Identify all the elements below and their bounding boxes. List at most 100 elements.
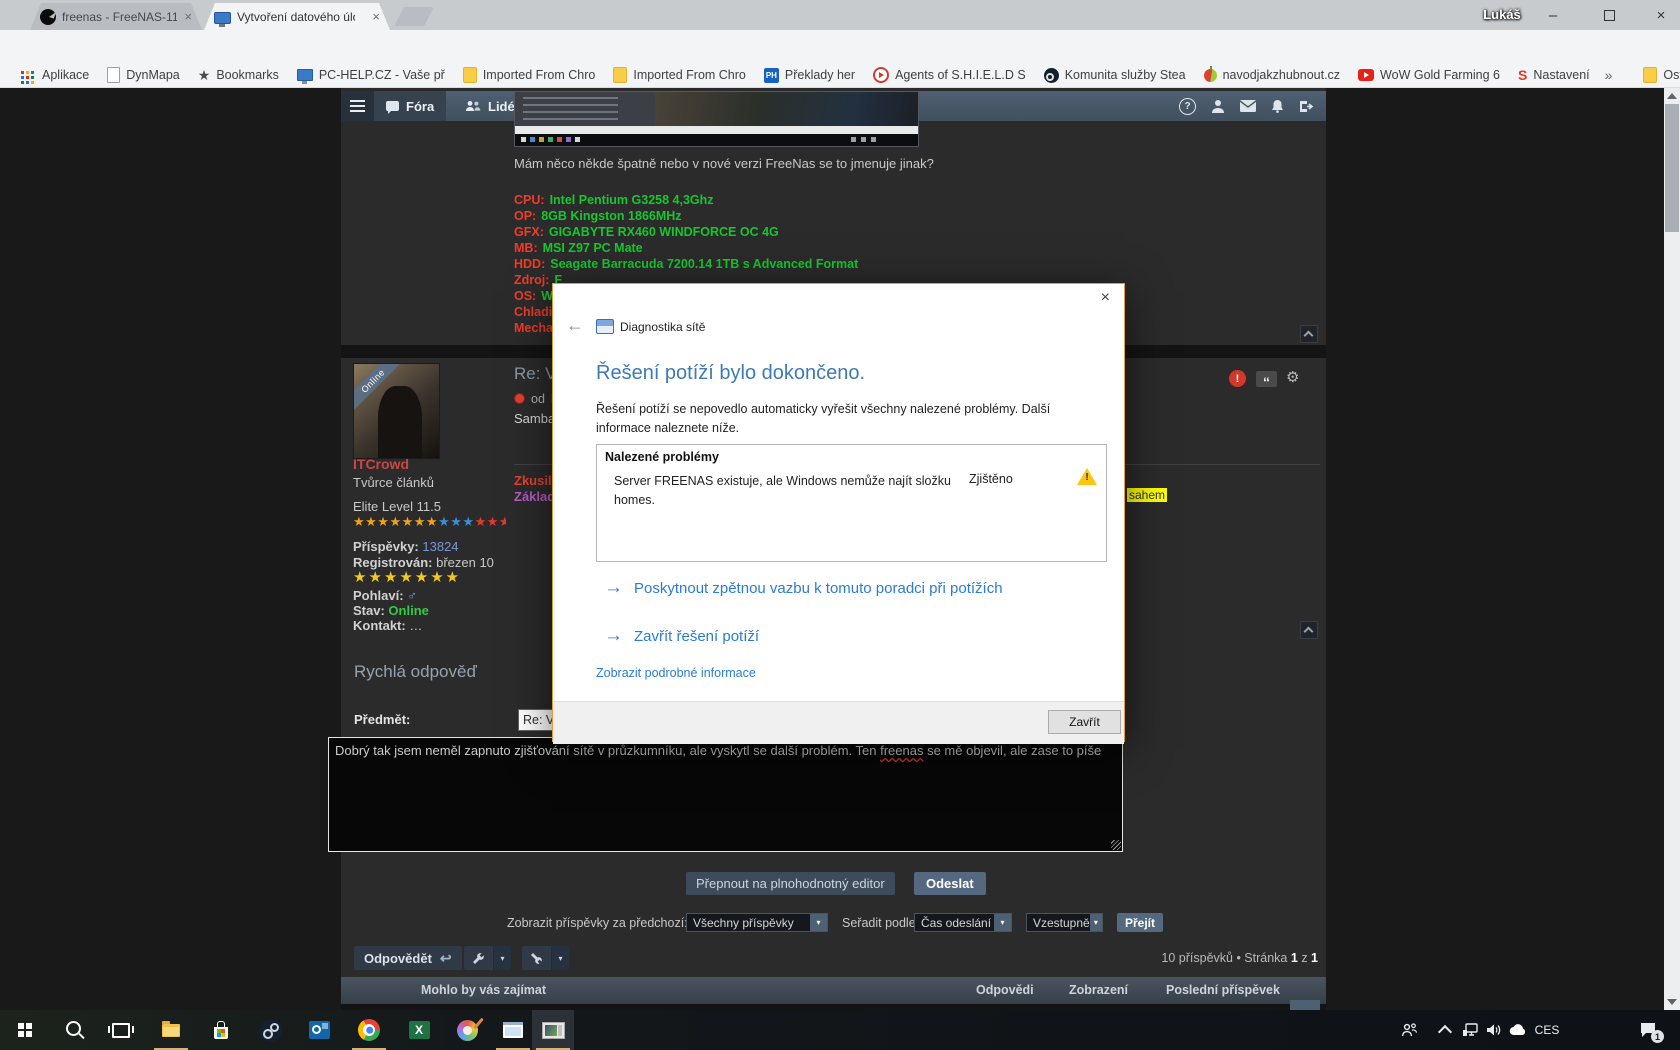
message-textarea[interactable]: Dobrý tak jsem neměl zapnuto zjišťování … [328,737,1123,852]
hamburger-menu-icon[interactable] [341,91,374,121]
user-icon[interactable] [1211,99,1225,113]
browser-scrollbar[interactable] [1664,88,1680,1010]
bookmark-wow[interactable]: WoW Gold Farming 6 [1349,68,1509,82]
microsoft-store-button[interactable] [200,1010,242,1050]
bookmark-pchelp[interactable]: PC-HELP.CZ - Vaše př [288,68,454,84]
minimize-button[interactable]: – [1532,0,1574,30]
column-views[interactable]: Zobrazení [1069,977,1128,1004]
post-attachment-image[interactable] [514,91,919,147]
tab-topic[interactable]: Vytvoření datového úlož × [204,3,390,30]
bookmark-preklady[interactable]: PH Překlady her [755,67,864,83]
chrome-button[interactable] [348,1010,390,1050]
taskbar-search-button[interactable] [54,1010,96,1050]
posts-count-link[interactable]: 13824 [422,539,458,554]
bookmark-label: DynMapa [126,68,180,82]
dialog-close-icon[interactable]: × [1101,289,1110,307]
avatar[interactable]: Online [353,363,440,459]
outlook-button[interactable] [298,1010,340,1050]
network-diagnostics-dialog: × ← Diagnostika sítě Řešení potíží bylo … [552,283,1125,744]
tab-close-icon[interactable]: × [365,9,380,24]
bell-icon[interactable] [1271,99,1284,113]
bookmark-dynmapa[interactable]: DynMapa [98,67,189,83]
username-link[interactable]: ITCrowd [353,456,409,472]
posts-filter-select[interactable]: Všechny příspěvky ▾ [686,913,828,932]
page-current: 1 [1290,951,1298,965]
tab-close-icon[interactable]: × [177,9,192,24]
bookmark-bookmarks[interactable]: ★ Bookmarks [189,68,288,82]
reply-arrow-icon: ↩ [439,949,452,966]
sort-select[interactable]: Čas odeslání ▾ [914,913,1012,932]
paint-button[interactable] [446,1010,488,1050]
column-replies[interactable]: Odpovědi [976,977,1034,1004]
bookmark-steam[interactable]: Komunita služby Stea [1035,67,1195,83]
chevron-down-icon: ▾ [1089,914,1102,931]
arrow-right-icon: → [604,625,623,646]
scroll-top-button[interactable] [1300,325,1318,343]
spanner-icon [522,946,551,970]
full-editor-button[interactable]: Přepnout na plnohodnotný editor [686,872,895,895]
problem-text: Server FREENAS existuje, ale Windows nem… [614,474,951,508]
close-troubleshooter-link[interactable]: → Zavřít řešení potíží [604,625,759,647]
chevron-down-icon: ▾ [994,914,1011,931]
screen: freenas - FreeNAS-11.1-U × Vytvoření dat… [0,0,1680,1050]
chevron-down-icon[interactable]: ▾ [494,946,511,970]
excel-button[interactable]: X [398,1010,440,1050]
topic-tools-button[interactable]: ▾ [464,946,511,970]
image-viewer-button[interactable] [532,1010,574,1050]
scrollbar-down-arrow[interactable] [1667,999,1677,1005]
steam-button[interactable] [249,1010,291,1050]
tab-freenas[interactable]: freenas - FreeNAS-11.1-U × [30,3,202,30]
steam-icon [258,1018,282,1042]
network-tray-icon[interactable] [1458,1010,1482,1050]
task-view-button[interactable] [100,1010,142,1050]
order-select[interactable]: Vzestupně ▾ [1026,913,1103,932]
go-button[interactable]: Přejít [1117,913,1164,932]
submit-button[interactable]: Odeslat [914,872,986,895]
people-tray-button[interactable] [1396,1010,1422,1050]
tray-expand-button[interactable] [1434,1010,1456,1050]
bookmark-nastaveni[interactable]: S Nastavení [1509,67,1599,83]
window-app-button[interactable] [492,1010,534,1050]
nav-item-forums[interactable]: Fóra [374,91,447,121]
link-text: Poskytnout zpětnou vazbu k tomuto poradc… [634,579,1003,597]
quote-post-button[interactable]: “ [1256,371,1277,389]
contact-icons[interactable]: … [409,618,422,633]
dialog-close-button[interactable]: Zavřít [1048,710,1121,734]
maximize-button[interactable] [1588,0,1630,30]
post-gear-icon[interactable]: ⚙ [1286,368,1299,386]
bookmark-imported-2[interactable]: Imported From Chro [604,67,755,83]
bookmarks-overflow-icon[interactable]: » [1599,67,1619,83]
bookmark-other[interactable]: Ostatní záložky [1634,67,1680,83]
feedback-link[interactable]: → Poskytnout zpětnou vazbu k tomuto pora… [604,577,1003,599]
moderator-tools-button[interactable]: ▾ [522,946,569,970]
bookmark-apps[interactable]: Aplikace [10,68,98,82]
bookmark-navod[interactable]: navodjakzhubnout.cz [1195,65,1349,82]
sort-label: Seřadit podle [842,916,916,930]
file-explorer-button[interactable] [150,1010,192,1050]
start-button[interactable] [4,1010,46,1050]
link-text: Zavřít řešení potíží [634,627,760,645]
reply-button[interactable]: Odpovědět ↩ [354,946,462,970]
nav-label: Lidé [488,98,515,114]
details-link[interactable]: Zobrazit podrobné informace [596,666,756,680]
column-last-post[interactable]: Poslední příspěvek [1166,977,1280,1004]
logout-icon[interactable] [1299,100,1314,113]
bookmark-agents[interactable]: Agents of S.H.I.E.L.D S [864,67,1035,83]
profile-button[interactable]: Lukáš [1462,7,1542,22]
scrollbar-thumb[interactable] [1665,104,1679,232]
close-window-button[interactable]: × [1640,0,1680,30]
mail-icon[interactable] [1240,100,1256,112]
unread-post-icon[interactable] [514,393,525,404]
chevron-down-icon[interactable]: ▾ [552,946,569,970]
help-icon[interactable]: ? [1179,97,1196,115]
onedrive-tray-icon[interactable] [1506,1010,1530,1050]
nav-label: Fóra [406,98,435,114]
dialog-back-icon[interactable]: ← [566,315,584,336]
report-post-button[interactable]: ! [1229,370,1246,387]
volume-tray-icon[interactable] [1482,1010,1506,1050]
scrollbar-up-arrow[interactable] [1667,93,1677,99]
scroll-top-button[interactable] [1300,621,1318,639]
new-tab-button[interactable] [394,7,434,26]
bookmark-imported-1[interactable]: Imported From Chro [454,67,605,83]
language-indicator[interactable]: CES [1532,1010,1562,1050]
